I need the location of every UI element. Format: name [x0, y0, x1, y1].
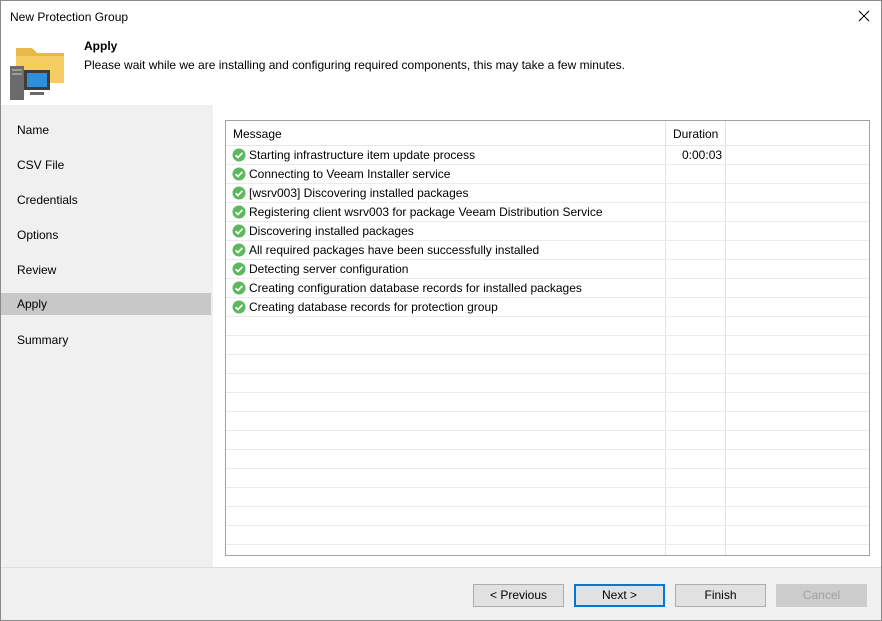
wizard-header: Apply Please wait while we are installin… — [1, 31, 881, 105]
row-message: [wsrv003] Discovering installed packages — [249, 186, 469, 200]
title-bar: New Protection Group — [1, 1, 881, 31]
empty-table-row — [226, 526, 869, 545]
empty-table-row — [226, 317, 869, 336]
table-row[interactable]: Creating configuration database records … — [226, 279, 869, 298]
row-message: Connecting to Veeam Installer service — [249, 167, 451, 181]
table-row[interactable]: Discovering installed packages — [226, 222, 869, 241]
wizard-footer: < Previous Next > Finish Cancel — [1, 567, 881, 620]
success-check-icon — [232, 205, 246, 219]
table-row[interactable]: Connecting to Veeam Installer service — [226, 165, 869, 184]
success-check-icon — [232, 262, 246, 276]
empty-table-row — [226, 507, 869, 526]
finish-button[interactable]: Finish — [675, 584, 766, 607]
empty-table-row — [226, 393, 869, 412]
row-duration: 0:00:03 — [682, 148, 723, 162]
empty-table-row — [226, 374, 869, 393]
progress-log-table[interactable]: Message Duration Starting infrastructure… — [225, 120, 870, 556]
success-check-icon — [232, 186, 246, 200]
success-check-icon — [232, 224, 246, 238]
sidebar-item-name[interactable]: Name — [1, 119, 211, 141]
empty-table-row — [226, 412, 869, 431]
wizard-content: Name CSV File Credentials Options Review… — [1, 105, 881, 567]
sidebar-item-review[interactable]: Review — [1, 259, 211, 281]
table-row[interactable]: All required packages have been successf… — [226, 241, 869, 260]
table-row[interactable]: [wsrv003] Discovering installed packages — [226, 184, 869, 203]
row-message: Discovering installed packages — [249, 224, 414, 238]
sidebar-item-options[interactable]: Options — [1, 224, 211, 246]
close-button[interactable] — [851, 4, 877, 28]
empty-table-row — [226, 355, 869, 374]
page-title: Apply — [84, 39, 118, 53]
sidebar-item-credentials[interactable]: Credentials — [1, 189, 211, 211]
row-message: Detecting server configuration — [249, 262, 409, 276]
page-description: Please wait while we are installing and … — [84, 58, 625, 72]
apply-panel: Message Duration Starting infrastructure… — [213, 105, 881, 567]
row-message: All required packages have been successf… — [249, 243, 540, 257]
column-header-message[interactable]: Message — [233, 127, 282, 141]
empty-table-row — [226, 469, 869, 488]
empty-table-row — [226, 431, 869, 450]
row-message: Starting infrastructure item update proc… — [249, 148, 476, 162]
empty-table-row — [226, 336, 869, 355]
folder-computer-icon — [10, 48, 64, 100]
sidebar-item-csv-file[interactable]: CSV File — [1, 154, 211, 176]
column-header-duration[interactable]: Duration — [673, 127, 718, 141]
table-row[interactable]: Starting infrastructure item update proc… — [226, 146, 869, 165]
table-row[interactable]: Registering client wsrv003 for package V… — [226, 203, 869, 222]
previous-button[interactable]: < Previous — [473, 584, 564, 607]
empty-table-row — [226, 488, 869, 507]
wizard-steps-sidebar: Name CSV File Credentials Options Review… — [1, 105, 212, 567]
row-message: Registering client wsrv003 for package V… — [249, 205, 603, 219]
row-message: Creating database records for protection… — [249, 300, 498, 314]
sidebar-item-summary[interactable]: Summary — [1, 329, 211, 351]
success-check-icon — [232, 300, 246, 314]
empty-table-row — [226, 545, 869, 555]
table-row[interactable]: Detecting server configuration — [226, 260, 869, 279]
success-check-icon — [232, 243, 246, 257]
table-row[interactable]: Creating database records for protection… — [226, 298, 869, 317]
close-icon — [858, 10, 870, 22]
window-title: New Protection Group — [10, 10, 129, 24]
success-check-icon — [232, 281, 246, 295]
cancel-button: Cancel — [776, 584, 867, 607]
success-check-icon — [232, 167, 246, 181]
row-message: Creating configuration database records … — [249, 281, 582, 295]
empty-table-row — [226, 450, 869, 469]
wizard-window: New Protection Group Apply Please wait w… — [0, 0, 882, 621]
table-header: Message Duration — [226, 121, 869, 146]
next-button[interactable]: Next > — [574, 584, 665, 607]
sidebar-item-apply[interactable]: Apply — [1, 293, 211, 315]
success-check-icon — [232, 148, 246, 162]
